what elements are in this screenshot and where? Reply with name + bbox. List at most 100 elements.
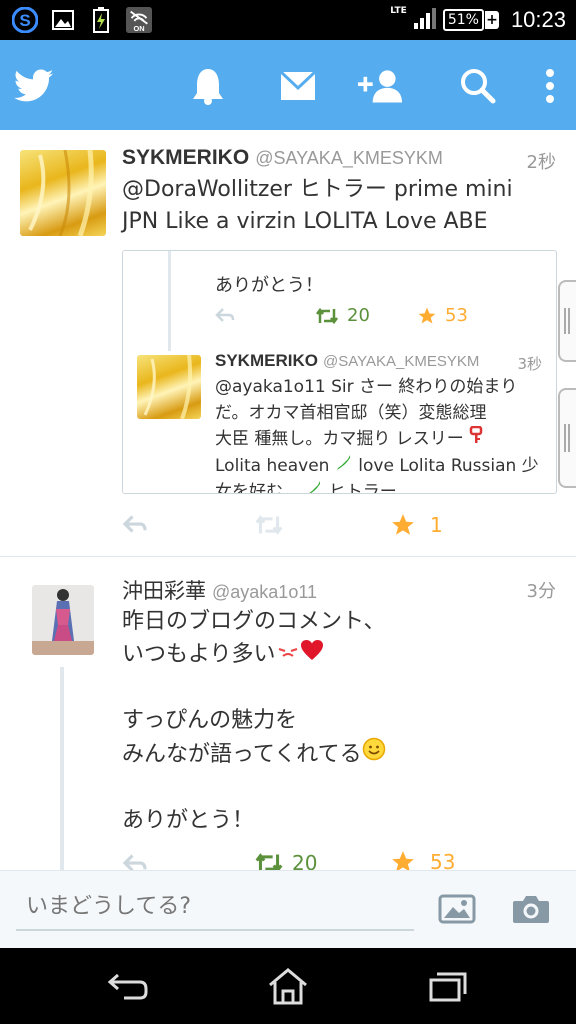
japan-map-emoji-icon (305, 481, 323, 493)
tweet-line: みんなが語ってくれてる (122, 742, 362, 767)
system-nav-bar (0, 948, 576, 1024)
recent-apps-icon[interactable] (424, 966, 472, 1006)
signal-icon (413, 6, 437, 34)
inner-tweet-header: SYKMERIKO @SAYAKA_KMESYKM (215, 351, 479, 371)
japan-map-emoji-icon (335, 454, 353, 476)
key-emoji-icon (469, 425, 483, 449)
retweet-button[interactable]: 20 (254, 851, 317, 870)
inner-tweet-line: love Lolita Russian 少 (358, 455, 539, 476)
tweet-line: ありがとう！ (122, 808, 255, 833)
inner-tweet-time: 3秒 (517, 355, 542, 373)
tweet[interactable]: 沖田彩華 @ayaka1o11 3分 昨日のブログのコメント、 いつもより多い す… (0, 557, 576, 870)
battery-percent: 51% (442, 9, 484, 31)
inner-tweet-line: Lolita heaven (215, 455, 330, 476)
notifications-bell-icon[interactable] (186, 64, 230, 108)
star-icon (392, 851, 414, 870)
tweet-line: すっぴんの魅力を (122, 708, 298, 733)
phone-screen: S ON LTE 51% + 10:23 SYKMERIKO @SAYAKA_K… (0, 0, 576, 1024)
tweet[interactable]: SYKMERIKO @SAYAKA_KMESYKM 2秒 @DoraWollitz… (0, 130, 576, 556)
tweet-text: 昨日のブログのコメント、 いつもより多い すっぴんの魅力を みんなが語ってくれて… (122, 605, 386, 837)
charging-plus-icon: + (484, 11, 499, 29)
user-name[interactable]: SYKMERIKO (122, 146, 249, 169)
smiley-emoji-icon (362, 737, 386, 767)
svg-text:ON: ON (133, 24, 144, 33)
inner-tweet-line: ヒトラー (328, 482, 397, 494)
reply-button[interactable] (122, 514, 148, 534)
conversation-thread-line (168, 251, 171, 351)
tweet-text: @DoraWollitzer ヒトラー prime mini JPN Like … (122, 174, 513, 238)
tweet-line: いつもより多い (122, 642, 276, 667)
tweet-header: SYKMERIKO @SAYAKA_KMESYKM (122, 146, 443, 170)
conversation-thread-line (60, 667, 64, 870)
tweet-line (122, 671, 386, 704)
reply-icon (215, 308, 235, 322)
user-name[interactable]: 沖田彩華 (122, 580, 206, 603)
retweet-count: 20 (347, 305, 370, 326)
messages-envelope-icon[interactable] (276, 64, 320, 108)
tweet-line: @DoraWollitzer ヒトラー prime mini (122, 177, 513, 202)
compose-bar: いまどうしてる? (0, 870, 576, 948)
inner-avatar[interactable] (137, 355, 201, 419)
timeline[interactable]: SYKMERIKO @SAYAKA_KMESYKM 2秒 @DoraWollitz… (0, 130, 576, 870)
reply-icon (122, 515, 147, 533)
reply-text: ありがとう！ (215, 275, 323, 296)
no-signal-on-icon: ON (126, 7, 152, 33)
avatar[interactable] (32, 585, 94, 655)
network-type: LTE (390, 6, 407, 16)
svg-text:S: S (19, 11, 30, 30)
inner-tweet-line: だ。オカマ首相官邸（笑）変態総理 (215, 402, 487, 423)
favorite-count: 1 (430, 513, 443, 537)
back-icon[interactable] (104, 966, 152, 1006)
reply-icon (122, 854, 147, 870)
reply-button[interactable] (122, 853, 148, 870)
compose-input[interactable]: いまどうしてる? (16, 885, 414, 931)
favorite-button[interactable]: 53 (417, 305, 468, 326)
battery-charging-icon (88, 7, 114, 33)
app-bar (0, 40, 576, 130)
twitter-bird-icon[interactable] (12, 64, 56, 108)
inner-tweet-text: @ayaka1o11 Sir さー 終わりの始まり だ。オカマ首相官邸（笑）変態… (215, 375, 539, 494)
search-icon[interactable] (456, 64, 500, 108)
inner-tweet-line: 大臣 種無し。カマ掘り レスリー (215, 429, 464, 449)
embedded-conversation[interactable]: ありがとう！ 20 53 SYKMERIKO @SAYAKA_KMESYKM 3… (122, 250, 557, 494)
star-icon (418, 307, 436, 323)
retweet-icon (255, 515, 283, 535)
inner-tweet-line: @ayaka1o11 Sir さー 終わりの始まり (215, 377, 518, 397)
retweet-button[interactable] (254, 514, 284, 536)
inner-user-name[interactable]: SYKMERIKO (215, 351, 318, 370)
user-handle[interactable]: @ayaka1o11 (212, 582, 317, 602)
favorite-button[interactable]: 53 (390, 849, 455, 870)
inner-user-handle[interactable]: @SAYAKA_KMESYKM (323, 353, 479, 370)
s-logo-icon: S (12, 7, 38, 33)
retweet-count: 20 (292, 851, 318, 870)
tweet-header: 沖田彩華 @ayaka1o11 (122, 575, 317, 605)
status-bar: S ON LTE 51% + 10:23 (0, 0, 576, 40)
tweet-time: 3分 (526, 581, 556, 602)
favorite-button[interactable]: 1 (390, 512, 443, 538)
retweet-icon (316, 307, 338, 324)
retweet-button[interactable]: 20 (315, 305, 370, 326)
retweet-icon (255, 853, 283, 870)
avatar[interactable] (20, 150, 106, 236)
star-icon (392, 514, 414, 535)
side-panel-handle[interactable] (558, 280, 576, 362)
favorite-count: 53 (430, 850, 456, 870)
tweet-line: JPN Like a virzin LOLITA Love ABE (122, 209, 488, 234)
clock: 10:23 (510, 7, 566, 32)
sweat-face-emoji-icon (276, 642, 300, 667)
photo-icon[interactable] (436, 889, 478, 929)
camera-icon[interactable] (510, 889, 552, 929)
battery-indicator: 51% + (442, 9, 499, 31)
favorite-count: 53 (445, 305, 468, 326)
tweet-line: 昨日のブログのコメント、 (122, 609, 386, 634)
home-icon[interactable] (264, 966, 312, 1006)
user-handle[interactable]: @SAYAKA_KMESYKM (255, 148, 443, 168)
reply-button[interactable] (215, 307, 235, 323)
tweet-line (122, 771, 386, 804)
inner-tweet-line: 女を好む。 (215, 482, 300, 494)
overflow-menu-icon[interactable] (528, 64, 572, 108)
red-heart-emoji-icon (300, 640, 324, 667)
add-user-icon[interactable] (358, 64, 402, 108)
tweet-time: 2秒 (526, 152, 556, 173)
side-panel-handle[interactable] (558, 388, 576, 488)
